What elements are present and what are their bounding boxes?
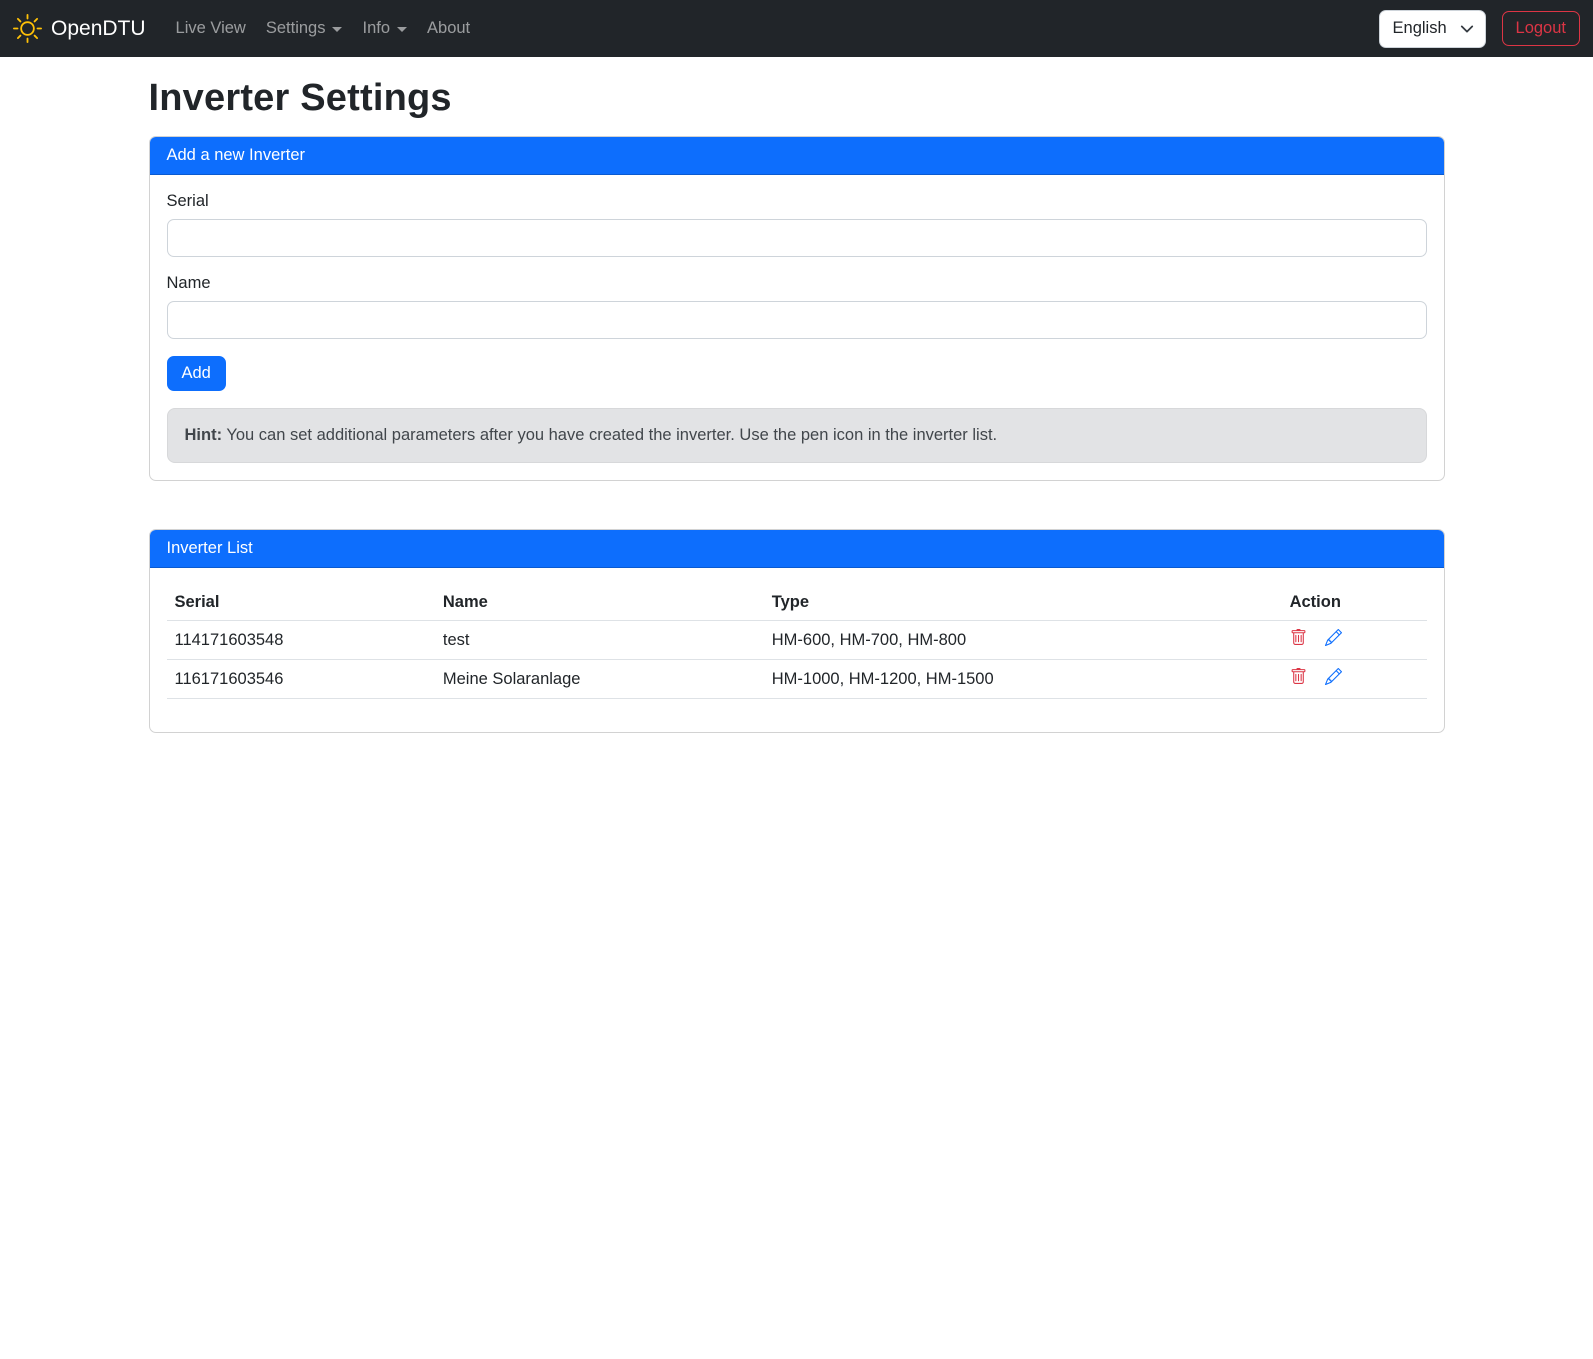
table-header-row: Serial Name Type Action [167, 585, 1427, 621]
add-inverter-card-header: Add a new Inverter [150, 137, 1444, 175]
cell-type: HM-600, HM-700, HM-800 [764, 621, 1282, 660]
brand[interactable]: OpenDTU [13, 14, 146, 43]
column-header-type: Type [764, 585, 1282, 621]
cell-actions [1282, 660, 1427, 699]
table-row: 114171603548 test HM-600, HM-700, HM-800 [167, 621, 1427, 660]
hint-alert: Hint: You can set additional parameters … [167, 408, 1427, 463]
brand-label: OpenDTU [51, 17, 146, 41]
caret-down-icon [332, 27, 342, 32]
nav-links: Live View Settings Info About [166, 11, 481, 46]
inverter-list-card-body: Serial Name Type Action 114171603548 tes… [150, 568, 1444, 732]
add-inverter-card: Add a new Inverter Serial Name Add Hint:… [149, 136, 1445, 481]
name-label: Name [167, 274, 1427, 293]
pencil-icon [1325, 668, 1342, 685]
nav-item-info[interactable]: Info [352, 11, 417, 46]
pencil-icon [1325, 629, 1342, 646]
logout-button[interactable]: Logout [1502, 11, 1580, 46]
main-content: Inverter Settings Add a new Inverter Ser… [137, 77, 1457, 733]
page-title: Inverter Settings [149, 77, 1445, 120]
language-selected-value: English [1393, 19, 1447, 38]
add-inverter-card-body: Serial Name Add Hint: You can set additi… [150, 175, 1444, 480]
column-header-serial: Serial [167, 585, 435, 621]
edit-inverter-button[interactable] [1325, 668, 1342, 685]
language-select[interactable]: English [1379, 10, 1486, 48]
add-button[interactable]: Add [167, 356, 226, 391]
trash-icon [1290, 668, 1307, 685]
edit-inverter-button[interactable] [1325, 629, 1342, 646]
trash-icon [1290, 629, 1307, 646]
table-row: 116171603546 Meine Solaranlage HM-1000, … [167, 660, 1427, 699]
inverter-list-card-header: Inverter List [150, 530, 1444, 568]
sun-icon [13, 14, 42, 43]
hint-label: Hint: [185, 426, 223, 444]
inverter-table: Serial Name Type Action 114171603548 tes… [167, 585, 1427, 699]
nav-item-settings[interactable]: Settings [256, 11, 353, 46]
cell-type: HM-1000, HM-1200, HM-1500 [764, 660, 1282, 699]
cell-name: Meine Solaranlage [435, 660, 764, 699]
name-input[interactable] [167, 301, 1427, 339]
hint-text: You can set additional parameters after … [226, 426, 997, 444]
serial-label: Serial [167, 192, 1427, 211]
cell-serial: 116171603546 [167, 660, 435, 699]
inverter-list-card: Inverter List Serial Name Type Action 11… [149, 529, 1445, 733]
delete-inverter-button[interactable] [1290, 668, 1307, 685]
column-header-name: Name [435, 585, 764, 621]
navbar: OpenDTU Live View Settings Info About En… [0, 0, 1593, 57]
cell-actions [1282, 621, 1427, 660]
cell-name: test [435, 621, 764, 660]
delete-inverter-button[interactable] [1290, 629, 1307, 646]
nav-item-about[interactable]: About [417, 11, 480, 46]
navbar-right: English Logout [1379, 10, 1580, 48]
serial-input[interactable] [167, 219, 1427, 257]
cell-serial: 114171603548 [167, 621, 435, 660]
caret-down-icon [397, 27, 407, 32]
column-header-action: Action [1282, 585, 1427, 621]
nav-item-live-view[interactable]: Live View [166, 11, 256, 46]
